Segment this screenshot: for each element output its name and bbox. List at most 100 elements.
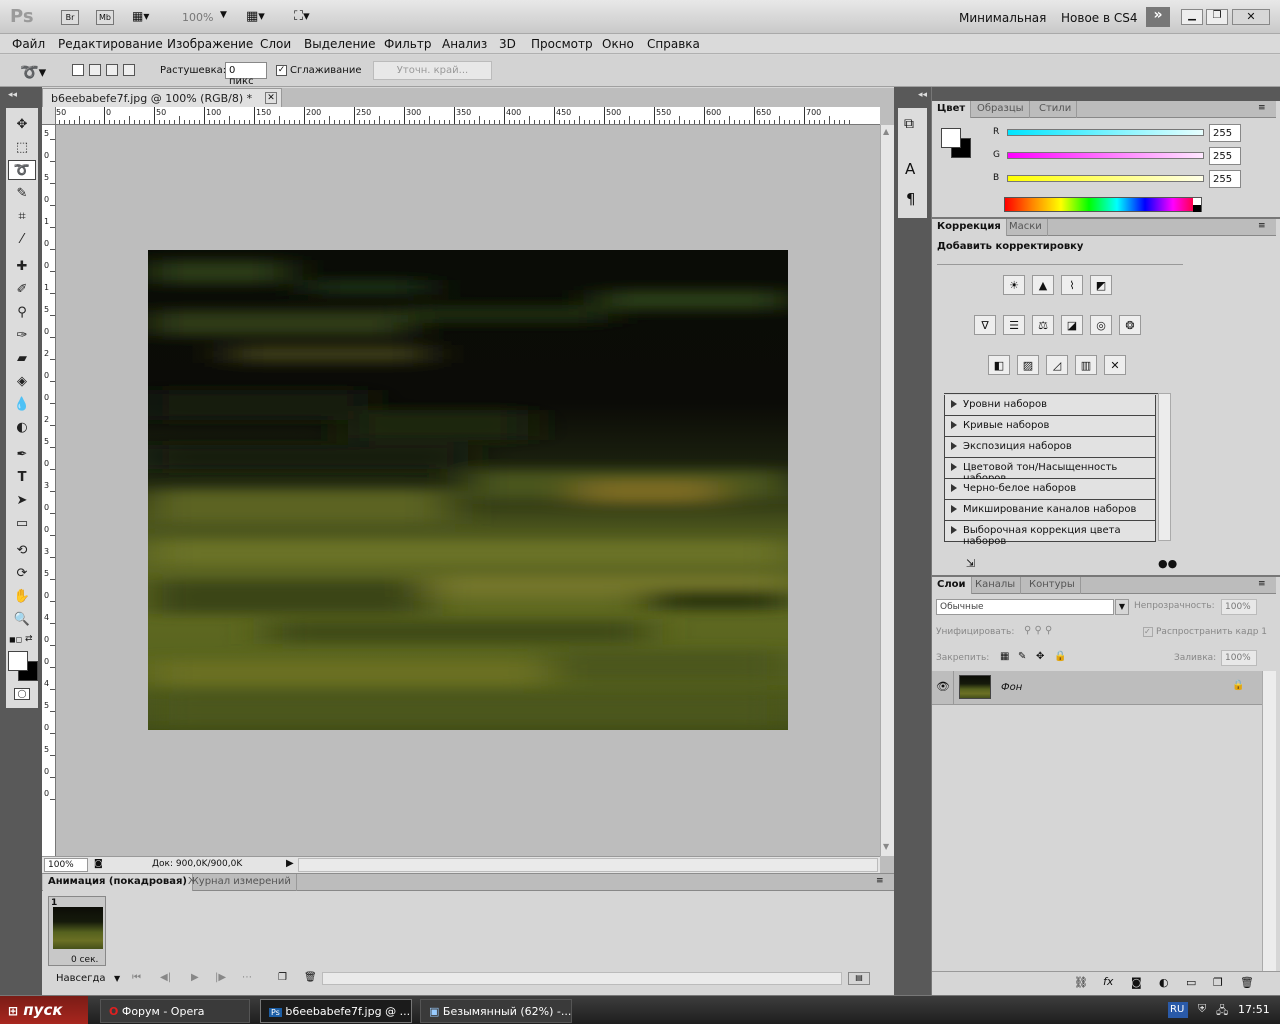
curves-icon[interactable]: ⌇: [1061, 275, 1083, 295]
blend-mode-dropdown-icon[interactable]: ▼: [1115, 599, 1129, 615]
workspace-minimal[interactable]: Минимальная: [959, 11, 1046, 25]
subtract-selection-icon[interactable]: [106, 64, 118, 76]
lock-transparent-icon[interactable]: ▦: [1000, 651, 1009, 662]
preset-hue-saturation[interactable]: Цветовой тон/Насыщенность наборов: [944, 458, 1156, 484]
clone-stamp-tool-icon[interactable]: ⚲: [8, 302, 36, 322]
brush-tool-icon[interactable]: ✐: [8, 279, 36, 299]
menu-image[interactable]: Изображение: [167, 37, 253, 51]
taskbar-button-opera[interactable]: O Форум - Opera: [100, 999, 250, 1023]
refine-edge-button[interactable]: Уточн. край...: [373, 61, 492, 80]
lock-all-icon[interactable]: 🔒: [1054, 651, 1066, 662]
foreground-color-swatch[interactable]: [8, 651, 28, 671]
expand-panels-icon[interactable]: ◂◂: [918, 90, 927, 100]
new-adjustment-layer-icon[interactable]: ◐: [1159, 976, 1169, 989]
fill-field[interactable]: 100%: [1221, 650, 1257, 666]
blur-tool-icon[interactable]: 💧: [8, 394, 36, 414]
marquee-tool-icon[interactable]: ⬚: [8, 137, 36, 157]
image-canvas[interactable]: [148, 250, 788, 730]
new-selection-icon[interactable]: [72, 64, 84, 76]
unify-icons[interactable]: ⚲ ⚲ ⚲: [1024, 625, 1052, 636]
tab-swatches[interactable]: Образцы: [972, 101, 1030, 118]
tab-masks[interactable]: Маски: [1004, 219, 1048, 236]
rectangle-tool-icon[interactable]: ▭: [8, 513, 36, 533]
paragraph-panel-icon[interactable]: ¶: [906, 190, 916, 208]
start-button[interactable]: ⊞ пуск: [0, 996, 88, 1024]
layers-scrollbar[interactable]: [1262, 671, 1276, 971]
quick-selection-tool-icon[interactable]: ✎: [8, 183, 36, 203]
zoom-dropdown-icon[interactable]: ▼: [220, 10, 227, 20]
status-info-icon[interactable]: ◙: [94, 859, 103, 869]
loop-options-dropdown[interactable]: Навсегда: [56, 973, 106, 984]
tab-animation[interactable]: Анимация (покадровая): [43, 874, 193, 891]
photo-filter-icon[interactable]: ◎: [1090, 315, 1112, 335]
threshold-icon[interactable]: ◿: [1046, 355, 1068, 375]
frame-delay[interactable]: 0 сек.: [71, 955, 98, 965]
layer-style-icon[interactable]: fx: [1103, 975, 1113, 988]
history-brush-tool-icon[interactable]: ✑: [8, 325, 36, 345]
selective-color-icon[interactable]: ✕: [1104, 355, 1126, 375]
propagate-checkbox[interactable]: ✓: [1143, 627, 1153, 637]
preset-levels[interactable]: Уровни наборов: [944, 395, 1156, 416]
new-layer-icon[interactable]: ❐: [1213, 976, 1223, 989]
healing-brush-tool-icon[interactable]: ✚: [8, 256, 36, 276]
channel-r-slider[interactable]: [1007, 129, 1204, 136]
preset-black-white[interactable]: Черно-белое наборов: [944, 479, 1156, 500]
channel-b-value[interactable]: 255: [1209, 170, 1241, 188]
menu-view[interactable]: Просмотр: [531, 37, 593, 51]
lasso-tool-icon[interactable]: ➰: [8, 160, 36, 180]
menu-edit[interactable]: Редактирование: [58, 37, 163, 51]
hand-tool-icon[interactable]: ✋: [8, 586, 36, 606]
menu-select[interactable]: Выделение: [304, 37, 375, 51]
channel-g-slider[interactable]: [1007, 152, 1204, 159]
lock-pixels-icon[interactable]: ✎: [1018, 651, 1026, 662]
previous-frame-icon[interactable]: ◀|: [160, 972, 171, 983]
play-icon[interactable]: ▶: [191, 972, 199, 983]
color-balance-icon[interactable]: ⚖: [1032, 315, 1054, 335]
link-layers-icon[interactable]: ⛓: [1074, 976, 1088, 989]
tab-color[interactable]: Цвет: [932, 101, 972, 118]
scroll-up-icon[interactable]: ▲: [883, 127, 889, 136]
tab-styles[interactable]: Стили: [1034, 101, 1078, 118]
pen-tool-icon[interactable]: ✒: [8, 444, 36, 464]
swap-colors-icon[interactable]: ⇄: [25, 634, 33, 644]
bridge-button[interactable]: Br: [61, 10, 79, 25]
convert-timeline-icon[interactable]: ▤: [848, 972, 870, 985]
status-menu-arrow-icon[interactable]: ▶: [286, 858, 294, 869]
tab-adjustments[interactable]: Коррекция: [932, 219, 1007, 236]
menu-layers[interactable]: Слои: [260, 37, 291, 51]
animation-scrollbar[interactable]: [322, 972, 842, 985]
restore-button[interactable]: ❐: [1206, 9, 1228, 25]
color-spectrum-ramp[interactable]: [1004, 197, 1202, 212]
crop-tool-icon[interactable]: ⌗: [8, 206, 36, 226]
animation-frame[interactable]: 1 0 сек.: [48, 896, 106, 966]
add-mask-icon[interactable]: ◙: [1131, 976, 1142, 989]
delete-layer-icon[interactable]: 🗑: [1240, 976, 1254, 989]
close-button[interactable]: ✕: [1232, 9, 1270, 25]
menu-3d[interactable]: 3D: [499, 37, 516, 51]
path-selection-tool-icon[interactable]: ➤: [8, 490, 36, 510]
tools-collapse-icon[interactable]: ◂◂: [8, 90, 17, 100]
animation-panel-menu-icon[interactable]: ≡: [876, 876, 884, 886]
feather-input[interactable]: 0 пикс: [225, 62, 267, 87]
type-tool-icon[interactable]: T: [8, 467, 36, 487]
document-tab[interactable]: b6eebabefe7f.jpg @ 100% (RGB/8) * ✕: [42, 88, 282, 107]
intersect-selection-icon[interactable]: [123, 64, 135, 76]
quick-mask-icon[interactable]: ◯: [14, 688, 30, 700]
layer-visibility-icon[interactable]: 👁: [936, 680, 950, 693]
move-tool-icon[interactable]: ✥: [8, 114, 36, 134]
dodge-tool-icon[interactable]: ◐: [8, 417, 36, 437]
language-indicator[interactable]: RU: [1168, 1002, 1188, 1018]
color-panel-menu-icon[interactable]: ≡: [1258, 103, 1266, 113]
taskbar-button-photoshop[interactable]: Ps b6eebabefe7f.jpg @ ...: [260, 999, 412, 1023]
menu-filter[interactable]: Фильтр: [384, 37, 431, 51]
gradient-map-icon[interactable]: ▥: [1075, 355, 1097, 375]
status-zoom-field[interactable]: 100%: [44, 858, 88, 872]
eyedropper-tool-icon[interactable]: ⁄: [8, 229, 36, 249]
arrange-documents-icon[interactable]: ▦▾: [246, 9, 265, 24]
character-panel-icon[interactable]: A: [905, 160, 915, 178]
panel-footer-left-icon[interactable]: ⇲: [966, 557, 975, 570]
taskbar-button-paint[interactable]: ▣ Безымянный (62%) -...: [420, 999, 572, 1023]
menu-help[interactable]: Справка: [647, 37, 700, 51]
close-document-icon[interactable]: ✕: [265, 92, 277, 104]
zoom-tool-icon[interactable]: 🔍: [8, 609, 36, 629]
